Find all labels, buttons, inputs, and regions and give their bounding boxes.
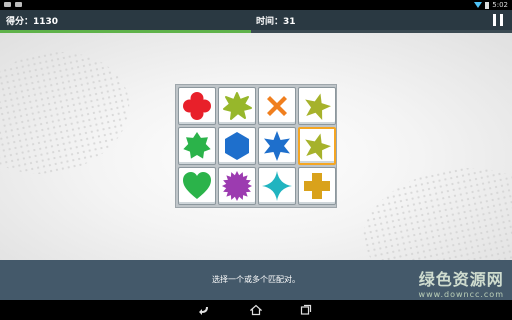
pause-icon-bar: [500, 14, 503, 26]
game-tile[interactable]: [178, 87, 216, 125]
time-value: 31: [283, 17, 296, 27]
score-label: 得分：: [6, 17, 34, 27]
flower-icon: [183, 92, 211, 120]
game-tile[interactable]: [178, 167, 216, 205]
game-tile[interactable]: [258, 127, 296, 165]
dot-pattern-decoration: [352, 152, 512, 260]
six-point-star-icon: [264, 131, 290, 161]
score-value: 1130: [33, 17, 59, 27]
tile-board: [175, 84, 337, 208]
play-area: [0, 33, 512, 260]
game-tile[interactable]: [218, 127, 256, 165]
home-icon[interactable]: [250, 304, 262, 316]
back-icon[interactable]: [198, 304, 210, 316]
game-tile[interactable]: [298, 167, 336, 205]
game-tile[interactable]: [298, 87, 336, 125]
game-tile[interactable]: [178, 127, 216, 165]
download-notification-icon: [15, 2, 22, 7]
game-tile[interactable]: [218, 167, 256, 205]
time-display: 时间：31: [256, 14, 296, 27]
score-display: 得分：1130: [6, 14, 58, 27]
star-burst-icon: [183, 132, 211, 159]
status-time: 5:02: [492, 1, 508, 9]
game-tile[interactable]: [258, 87, 296, 125]
game-tile[interactable]: [258, 167, 296, 205]
watermark-url: www.downcc.com: [418, 290, 504, 299]
navigation-bar: [0, 300, 512, 320]
plus-icon: [304, 173, 330, 199]
watermark: 绿色资源网 www.downcc.com: [419, 266, 504, 299]
notification-icons: [4, 2, 22, 7]
star-icon: [305, 93, 331, 121]
splat-icon: [223, 92, 252, 120]
game-tile[interactable]: [218, 87, 256, 125]
star-icon: [305, 133, 331, 161]
x-icon: [267, 96, 287, 116]
pause-button[interactable]: [493, 14, 503, 26]
pause-icon: [493, 14, 496, 26]
game-header: 得分：1130 时间：31: [0, 10, 512, 30]
game-tile[interactable]: [298, 127, 336, 165]
time-label: 时间：: [256, 17, 284, 27]
status-bar: 5:02: [0, 0, 512, 10]
hint-bar: 选择一个或多个匹配对。 绿色资源网 www.downcc.com: [0, 260, 512, 300]
battery-icon: [485, 1, 490, 9]
heart-icon: [183, 172, 211, 199]
wifi-icon: [474, 2, 483, 8]
hexagon-icon: [225, 132, 249, 160]
sun-burst-icon: [222, 171, 252, 201]
dot-pattern-decoration: [0, 37, 141, 189]
diamond-star-icon: [262, 171, 292, 201]
image-notification-icon: [4, 2, 11, 7]
recent-apps-icon[interactable]: [300, 304, 312, 316]
watermark-title: 绿色资源网: [418, 270, 504, 289]
